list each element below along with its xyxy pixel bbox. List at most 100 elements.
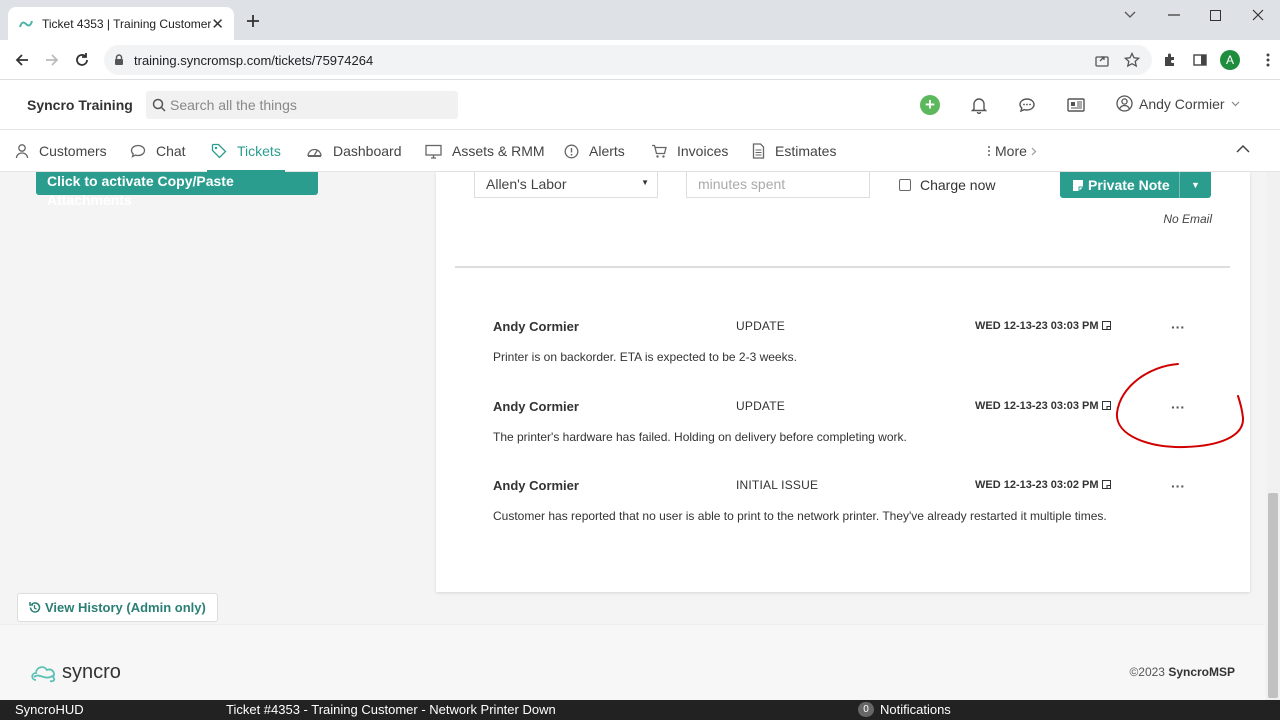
charge-now-checkbox[interactable]: Charge now — [899, 177, 996, 193]
private-note-button[interactable]: Private Note ▼ — [1060, 172, 1211, 198]
charge-now-label: Charge now — [920, 177, 996, 193]
cart-icon — [651, 144, 667, 159]
copyright: ©2023 SyncroMSP — [1129, 665, 1235, 679]
notifications-label: Notifications — [880, 702, 951, 717]
notifications[interactable]: 0 Notifications — [858, 702, 951, 717]
nav-item-alerts[interactable]: Alerts — [564, 130, 625, 172]
private-note-main[interactable]: Private Note — [1060, 172, 1179, 198]
tab-title: Ticket 4353 | Training Customer — [42, 16, 212, 31]
close-window-icon[interactable] — [1246, 6, 1270, 24]
news-icon[interactable] — [1066, 95, 1086, 115]
nav-label: Dashboard — [333, 143, 402, 159]
minutes-input[interactable] — [698, 176, 858, 192]
browser-menu-icon[interactable] — [1258, 50, 1278, 70]
nav-item-customers[interactable]: Customers — [15, 130, 107, 172]
more-options-icon[interactable]: ··· — [1171, 319, 1185, 335]
chevron-right-icon — [1031, 147, 1037, 156]
labor-select[interactable]: Allen's Labor ▼ — [474, 172, 658, 198]
divider — [455, 266, 1230, 268]
nav-item-invoices[interactable]: Invoices — [651, 130, 728, 172]
copyright-brand[interactable]: SyncroMSP — [1168, 665, 1235, 679]
comment-type: UPDATE — [736, 399, 785, 413]
comment-type: UPDATE — [736, 319, 785, 333]
comment-author: Andy Cormier — [493, 319, 579, 334]
profile-avatar[interactable]: A — [1220, 50, 1240, 70]
minutes-field[interactable] — [686, 172, 870, 198]
search-input[interactable] — [170, 97, 450, 113]
annotation-circle — [1110, 358, 1250, 453]
nav-label: Tickets — [237, 143, 281, 159]
caret-down-icon[interactable]: ▼ — [1179, 172, 1211, 198]
chevron-down-icon — [1231, 101, 1240, 107]
nav-label: Estimates — [775, 143, 837, 159]
browser-tabstrip: Ticket 4353 | Training Customer ✕ — [0, 0, 1280, 40]
syncro-cloud-icon — [30, 662, 58, 684]
nav-label: Chat — [156, 143, 186, 159]
speedometer-icon — [306, 144, 323, 158]
global-search[interactable] — [146, 91, 458, 119]
lock-icon — [114, 54, 124, 66]
comment-type: INITIAL ISSUE — [736, 478, 819, 492]
more-options-icon[interactable]: ··· — [1171, 478, 1185, 494]
bookmark-star-icon[interactable] — [1122, 50, 1142, 70]
scrollbar-thumb[interactable] — [1268, 493, 1278, 698]
browser-tab[interactable]: Ticket 4353 | Training Customer ✕ — [8, 7, 234, 40]
nav-item-dashboard[interactable]: Dashboard — [306, 130, 402, 172]
vertical-dots-icon — [987, 145, 991, 157]
comment-timestamp: WED 12-13-23 03:02 PM — [975, 479, 1112, 491]
extensions-icon[interactable] — [1160, 50, 1180, 70]
side-panel-icon[interactable] — [1190, 50, 1210, 70]
person-icon — [15, 143, 29, 159]
checkbox-icon[interactable] — [899, 179, 911, 191]
view-history-label: View History (Admin only) — [45, 600, 206, 615]
edit-note-icon[interactable] — [1099, 480, 1112, 490]
copyright-prefix: ©2023 — [1129, 665, 1169, 679]
nav-label: Alerts — [589, 143, 625, 159]
bell-icon[interactable] — [969, 95, 989, 115]
back-icon[interactable] — [12, 50, 32, 70]
syncro-logo[interactable]: syncro — [30, 661, 121, 684]
nav-label: Customers — [39, 143, 107, 159]
nav-item-assets[interactable]: Assets & RMM — [425, 130, 545, 172]
syncro-hud-label[interactable]: SyncroHUD — [15, 702, 84, 717]
brand-name[interactable]: Syncro Training — [27, 97, 133, 113]
main-nav: Customers Chat Tickets Dashboard Assets … — [0, 130, 1280, 172]
close-tab-icon[interactable]: ✕ — [211, 15, 224, 33]
nav-item-tickets[interactable]: Tickets — [207, 130, 285, 172]
reload-icon[interactable] — [72, 50, 92, 70]
syncro-logo-text: syncro — [62, 661, 121, 683]
add-new-icon[interactable]: + — [920, 95, 940, 115]
minimize-icon[interactable] — [1162, 6, 1186, 24]
tab-search-icon[interactable] — [1118, 6, 1142, 24]
nav-item-estimates[interactable]: Estimates — [752, 130, 836, 172]
timestamp-text: WED 12-13-23 03:03 PM — [975, 320, 1099, 332]
page-footer: syncro ©2023 SyncroMSP — [0, 624, 1265, 700]
chat-icon — [130, 144, 146, 158]
browser-toolbar: training.syncromsp.com/tickets/75974264 … — [0, 40, 1280, 80]
user-menu[interactable]: Andy Cormier — [1116, 95, 1240, 112]
chevron-up-icon[interactable] — [1236, 144, 1250, 153]
comment-author: Andy Cormier — [493, 478, 579, 493]
current-ticket-label[interactable]: Ticket #4353 - Training Customer - Netwo… — [226, 702, 556, 717]
nav-label: Assets & RMM — [452, 143, 545, 159]
view-history-button[interactable]: View History (Admin only) — [17, 593, 218, 622]
status-bar: SyncroHUD Ticket #4353 - Training Custom… — [0, 700, 1280, 720]
forward-icon[interactable] — [42, 50, 62, 70]
nav-label: Invoices — [677, 143, 729, 159]
chat-bubble-icon[interactable] — [1017, 95, 1037, 115]
alert-icon — [564, 144, 579, 159]
share-icon[interactable] — [1092, 50, 1112, 70]
maximize-icon[interactable] — [1203, 6, 1227, 24]
more-label: More — [995, 143, 1027, 159]
comment-body: Printer is on backorder. ETA is expected… — [493, 350, 797, 364]
nav-more[interactable]: More — [987, 130, 1037, 172]
comment-timestamp: WED 12-13-23 03:03 PM — [975, 400, 1112, 412]
nav-item-chat[interactable]: Chat — [130, 130, 186, 172]
address-bar[interactable]: training.syncromsp.com/tickets/75974264 — [104, 45, 1152, 75]
edit-note-icon[interactable] — [1099, 321, 1112, 331]
timestamp-text: WED 12-13-23 03:02 PM — [975, 479, 1099, 491]
new-tab-icon[interactable] — [244, 12, 262, 30]
note-icon — [1072, 179, 1084, 192]
tag-icon — [211, 143, 227, 159]
copy-paste-attachments-button[interactable]: Click to activate Copy/Paste Attachments — [36, 172, 318, 208]
